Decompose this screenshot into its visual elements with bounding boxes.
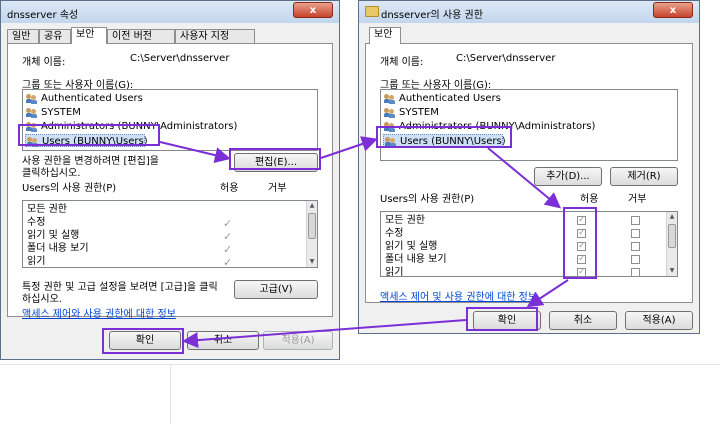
deny-checkbox[interactable] (631, 268, 640, 276)
list-item[interactable]: Authenticated Users (25, 92, 315, 105)
tab-general[interactable]: 일반 (7, 29, 39, 44)
permission-row: 모든 권한 (385, 215, 425, 226)
deny-checkbox[interactable] (631, 255, 640, 264)
allow-checkbox[interactable]: ✓ (577, 215, 586, 225)
users-icon (27, 137, 39, 147)
ok-button[interactable]: 확인 (473, 311, 541, 330)
users-icon (384, 108, 396, 118)
deny-checkbox[interactable] (631, 229, 640, 238)
user-list: Authenticated Users SYSTEM Administrator… (22, 89, 318, 151)
ok-button[interactable]: 확인 (109, 331, 181, 350)
background-line (0, 364, 720, 365)
allow-checkbox[interactable]: ✓ (577, 241, 586, 251)
security-panel: 개체 이름: C:\Server\dnsserver 그룹 또는 사용자 이름(… (7, 43, 333, 320)
close-button[interactable]: x (293, 2, 333, 18)
tab-security[interactable]: 보안 (369, 27, 401, 44)
allow-header: 허용 (580, 194, 599, 205)
scroll-thumb[interactable] (668, 224, 676, 248)
scroll-up-icon[interactable]: ▲ (667, 212, 677, 222)
permission-row: 폴더 내용 보기 (27, 243, 89, 254)
list-item[interactable]: Administrators (BUNNY\Administrators) (383, 120, 675, 133)
deny-header: 거부 (268, 183, 287, 194)
allow-checkbox[interactable]: ✓ (577, 228, 586, 238)
cancel-button[interactable]: 취소 (187, 331, 259, 350)
list-item[interactable]: SYSTEM (383, 106, 675, 119)
object-name-label: 개체 이름: (22, 57, 66, 68)
users-icon (384, 94, 396, 104)
users-icon (385, 137, 397, 147)
scroll-down-icon[interactable]: ▼ (667, 266, 677, 276)
checkmark-icon: ✓ (223, 217, 233, 230)
tab-previous-versions[interactable]: 이전 버전 (107, 29, 175, 44)
list-item[interactable]: Authenticated Users (383, 92, 675, 105)
permission-label: Users의 사용 권한(P) (380, 194, 475, 205)
apply-button[interactable]: 적용(A) (625, 311, 693, 330)
deny-checkbox[interactable] (631, 242, 640, 251)
permission-row: 수정 (27, 217, 46, 228)
scrollbar[interactable]: ▲ ▼ (666, 212, 677, 276)
allow-checkbox[interactable]: ✓ (577, 254, 586, 264)
list-item[interactable]: Administrators (BUNNY\Administrators) (25, 120, 315, 133)
list-item-selected[interactable]: Users (BUNNY\Users) (383, 134, 506, 147)
window-title: dnsserver의 사용 권한 (381, 10, 483, 21)
title-bar[interactable]: dnsserver의 사용 권한 x (359, 1, 699, 23)
user-list: Authenticated Users SYSTEM Administrator… (380, 89, 678, 161)
permissions-dialog: dnsserver의 사용 권한 x 보안 개체 이름: C:\Server\d… (358, 0, 700, 334)
apply-button[interactable]: 적용(A) (263, 331, 333, 350)
permission-list: 모든 권한 수정 읽기 및 실행 폴더 내용 보기 읽기 ✓ ✓ ✓ ✓ ▲ ▼ (22, 200, 318, 268)
cancel-button[interactable]: 취소 (549, 311, 617, 330)
permission-row: 읽기 (385, 267, 404, 277)
users-icon (26, 108, 38, 118)
window-title: dnsserver 속성 (7, 10, 79, 21)
dialog-client: 일반 공유 보안 이전 버전 사용자 지정 개체 이름: C:\Server\d… (7, 27, 333, 353)
list-item-selected[interactable]: Users (BUNNY\Users) (25, 134, 148, 147)
add-button[interactable]: 추가(D)... (534, 167, 602, 186)
change-hint-line2: 클릭하십시오. (22, 168, 81, 179)
access-control-link[interactable]: 액세스 제어와 사용 권한에 대한 정보 (22, 305, 176, 320)
checkmark-icon: ✓ (223, 230, 233, 243)
advanced-hint-line2: 하십시오. (22, 294, 62, 305)
permission-row: 모든 권한 (27, 204, 67, 215)
permission-list: 모든 권한 수정 읽기 및 실행 폴더 내용 보기 읽기 ✓ ✓ ✓ ✓ ✓ ▲ (380, 211, 678, 277)
checkmark-icon: ✓ (223, 243, 233, 256)
advanced-button[interactable]: 고급(V) (234, 280, 318, 299)
scroll-up-icon[interactable]: ▲ (307, 201, 317, 211)
folder-icon (365, 6, 379, 17)
scroll-down-icon[interactable]: ▼ (307, 257, 317, 267)
users-icon (26, 94, 38, 104)
access-control-link[interactable]: 액세스 제어 및 사용 권한에 대한 정보 (380, 288, 537, 303)
title-bar[interactable]: dnsserver 속성 x (1, 1, 339, 23)
permission-row: 수정 (385, 228, 404, 239)
permission-row: 폴더 내용 보기 (385, 254, 447, 265)
security-panel: 개체 이름: C:\Server\dnsserver 그룹 또는 사용자 이름(… (365, 43, 693, 303)
object-name-label: 개체 이름: (380, 57, 424, 68)
object-name-value: C:\Server\dnsserver (130, 53, 230, 64)
properties-dialog: dnsserver 속성 x 일반 공유 보안 이전 버전 사용자 지정 개체 … (0, 0, 340, 360)
dialog-client: 보안 개체 이름: C:\Server\dnsserver 그룹 또는 사용자 … (365, 27, 693, 330)
edit-button[interactable]: 편집(E)... (234, 153, 318, 172)
users-icon (384, 122, 396, 132)
list-item[interactable]: SYSTEM (25, 106, 315, 119)
checkmark-icon: ✓ (223, 256, 233, 268)
close-button[interactable]: x (653, 2, 693, 18)
permission-label: Users의 사용 권한(P) (22, 183, 117, 194)
scrollbar[interactable]: ▲ ▼ (306, 201, 317, 267)
permission-row: 읽기 (27, 256, 46, 267)
tab-sharing[interactable]: 공유 (39, 29, 71, 44)
deny-header: 거부 (628, 194, 647, 205)
permission-row: 읽기 및 실행 (385, 241, 438, 252)
tab-customize[interactable]: 사용자 지정 (175, 29, 255, 44)
permission-row: 읽기 및 실행 (27, 230, 80, 241)
users-icon (26, 122, 38, 132)
background-line (170, 364, 171, 424)
deny-checkbox[interactable] (631, 216, 640, 225)
allow-checkbox[interactable]: ✓ (577, 267, 586, 276)
object-name-value: C:\Server\dnsserver (456, 53, 556, 64)
tab-security[interactable]: 보안 (71, 27, 107, 44)
remove-button[interactable]: 제거(R) (610, 167, 678, 186)
allow-header: 허용 (220, 183, 239, 194)
scroll-thumb[interactable] (308, 213, 316, 239)
